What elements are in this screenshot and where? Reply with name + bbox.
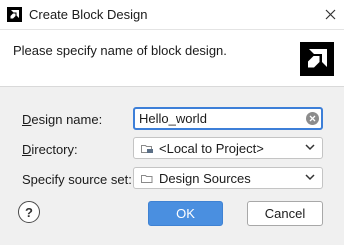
- close-button[interactable]: [316, 0, 344, 29]
- source-set-value: Design Sources: [159, 171, 251, 186]
- source-set-label: Specify source set:: [22, 172, 132, 187]
- header-message: Please specify name of block design.: [13, 43, 227, 58]
- close-icon: [325, 9, 335, 20]
- create-block-design-dialog: Create Block Design Please specify name …: [0, 0, 344, 245]
- chevron-down-icon: [305, 144, 315, 151]
- help-button[interactable]: ?: [18, 201, 40, 223]
- design-name-input[interactable]: Hello_world: [133, 107, 323, 130]
- directory-value: <Local to Project>: [159, 141, 264, 156]
- clear-icon[interactable]: [306, 112, 319, 125]
- ok-button[interactable]: OK: [148, 201, 223, 226]
- title-bar: Create Block Design: [0, 0, 344, 30]
- folder-link-icon: [141, 145, 153, 153]
- amd-logo: [300, 42, 334, 76]
- folder-icon: [141, 175, 153, 183]
- amd-logo-icon: [7, 7, 22, 22]
- header-panel: Please specify name of block design.: [0, 30, 344, 87]
- directory-dropdown[interactable]: <Local to Project>: [133, 137, 323, 159]
- source-set-dropdown[interactable]: Design Sources: [133, 167, 323, 189]
- chevron-down-icon: [305, 174, 315, 181]
- window-title: Create Block Design: [29, 7, 148, 22]
- directory-label: Directory:: [22, 142, 78, 157]
- help-icon: ?: [25, 204, 33, 220]
- design-name-value: Hello_world: [139, 111, 207, 126]
- cancel-button[interactable]: Cancel: [247, 201, 323, 226]
- design-name-label: Design name:: [22, 112, 103, 127]
